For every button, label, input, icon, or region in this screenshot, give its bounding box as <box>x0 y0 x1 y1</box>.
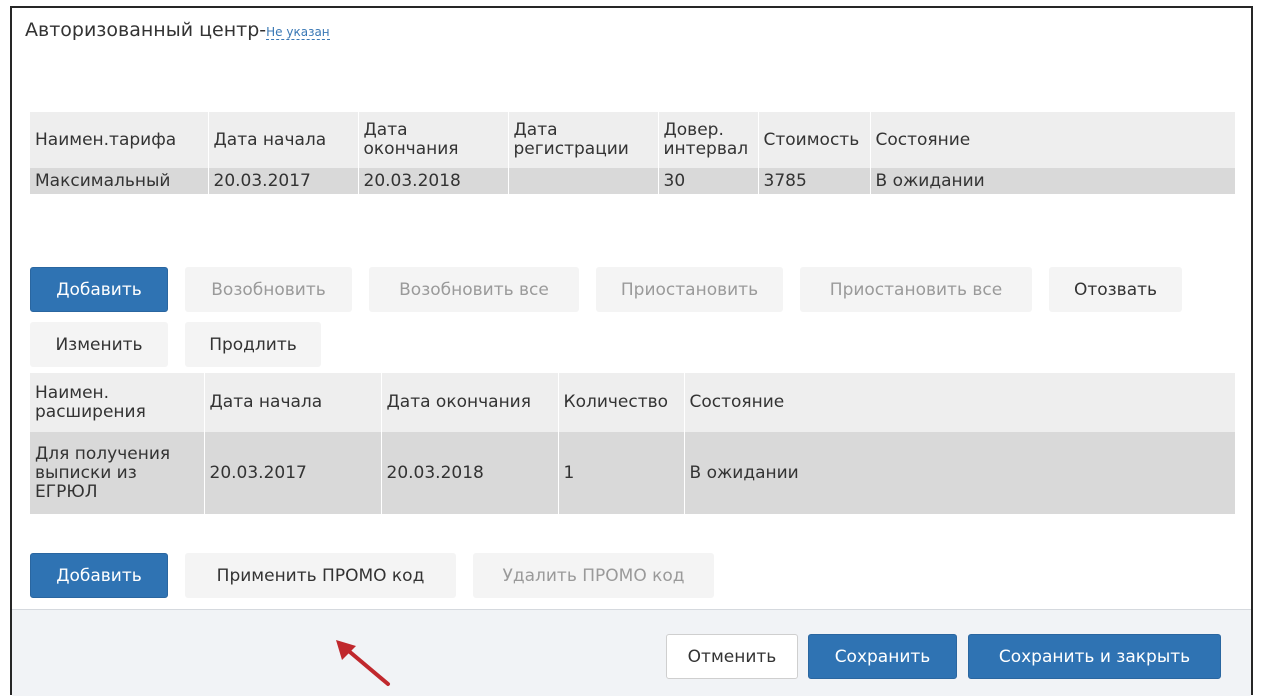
column-header: Дата начала <box>204 373 382 432</box>
column-header: Состояние <box>870 112 1236 168</box>
table-row[interactable]: Максимальный 20.03.2017 20.03.2018 30 37… <box>30 168 1236 194</box>
extensions-table: Наимен. расширения Дата начала Дата окон… <box>30 373 1236 514</box>
start-date-cell: 20.03.2017 <box>208 168 359 194</box>
column-header: Наимен.тарифа <box>30 112 209 168</box>
delete-promo-code-button[interactable]: Удалить ПРОМО код <box>473 553 714 598</box>
column-header: Довер. интервал <box>658 112 759 168</box>
column-header: Состояние <box>684 373 1236 432</box>
column-header: Количество <box>558 373 685 432</box>
registration-date-cell <box>508 168 659 194</box>
add-tariff-button[interactable]: Добавить <box>30 267 168 312</box>
status-cell: В ожидании <box>870 168 1236 194</box>
extensions-header-row: Наимен. расширения Дата начала Дата окон… <box>30 373 1236 432</box>
apply-promo-code-button[interactable]: Применить ПРОМО код <box>185 553 456 598</box>
end-date-cell: 20.03.2018 <box>381 432 559 514</box>
authorized-center-value-link[interactable]: Не указан <box>266 25 330 40</box>
renew-button[interactable]: Возобновить <box>185 267 352 312</box>
column-header: Наимен. расширения <box>30 373 205 432</box>
cost-cell: 3785 <box>758 168 871 194</box>
column-header: Дата окончания <box>358 112 509 168</box>
revoke-button[interactable]: Отозвать <box>1049 267 1182 312</box>
tariffs-header-row: Наимен.тарифа Дата начала Дата окончания… <box>30 112 1236 168</box>
end-date-cell: 20.03.2018 <box>358 168 509 194</box>
column-header: Дата начала <box>208 112 359 168</box>
add-extension-button[interactable]: Добавить <box>30 553 168 598</box>
tariff-name-cell: Максимальный <box>30 168 209 194</box>
column-header: Дата окончания <box>381 373 559 432</box>
tariffs-table: Наимен.тарифа Дата начала Дата окончания… <box>30 112 1236 194</box>
save-button[interactable]: Сохранить <box>808 634 957 679</box>
column-header: Стоимость <box>758 112 871 168</box>
trust-interval-cell: 30 <box>658 168 759 194</box>
quantity-cell: 1 <box>558 432 685 514</box>
authorized-center-label: Авторизованный центр- <box>25 19 267 41</box>
extend-button[interactable]: Продлить <box>185 322 321 367</box>
table-row[interactable]: Для получения выписки из ЕГРЮЛ 20.03.201… <box>30 432 1236 514</box>
start-date-cell: 20.03.2017 <box>204 432 382 514</box>
authorized-center: Авторизованный центр-Не указан <box>25 19 330 41</box>
suspend-button[interactable]: Приостановить <box>596 267 783 312</box>
extension-name-cell: Для получения выписки из ЕГРЮЛ <box>30 432 205 514</box>
edit-button[interactable]: Изменить <box>30 322 168 367</box>
status-cell: В ожидании <box>684 432 1236 514</box>
save-and-close-button[interactable]: Сохранить и закрыть <box>968 634 1221 679</box>
suspend-all-button[interactable]: Приостановить все <box>800 267 1032 312</box>
renew-all-button[interactable]: Возобновить все <box>369 267 579 312</box>
annotation-arrow-icon <box>336 640 390 686</box>
cancel-button[interactable]: Отменить <box>666 634 798 679</box>
column-header: Дата регистрации <box>508 112 659 168</box>
